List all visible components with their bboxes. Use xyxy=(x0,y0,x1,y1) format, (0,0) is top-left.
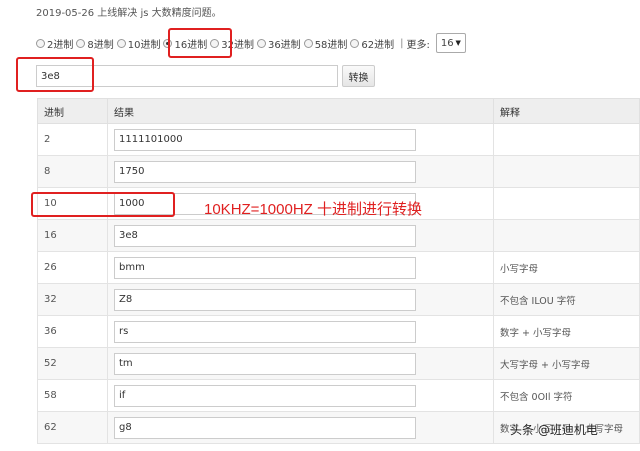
header-base: 进制 xyxy=(37,98,108,124)
more-label: 更多: xyxy=(406,39,430,51)
result-field[interactable]: tm xyxy=(114,352,416,375)
row-note: 大写字母 + 小写字母 xyxy=(493,347,640,380)
table-row: 16 3e8 xyxy=(37,219,640,252)
table-row: 52 tm 大写字母 + 小写字母 xyxy=(37,347,640,380)
table-row: 8 1750 xyxy=(37,155,640,188)
row-base: 16 xyxy=(37,219,108,252)
result-field[interactable]: rs xyxy=(114,320,416,343)
result-field[interactable]: 1750 xyxy=(114,160,416,183)
row-note xyxy=(493,219,640,252)
radio-dot[interactable] xyxy=(76,38,86,48)
update-notice: 2019-05-26 上线解决 js 大数精度问题。 xyxy=(36,8,222,19)
radio-base-36[interactable]: 36进制 xyxy=(256,36,301,51)
radio-base-58[interactable]: 58进制 xyxy=(303,36,348,51)
row-result-cell: g8 xyxy=(107,411,494,444)
row-base: 8 xyxy=(37,155,108,188)
radio-dot[interactable] xyxy=(350,38,360,48)
row-base: 2 xyxy=(37,123,108,156)
table-row: 32 Z8 不包含 ILOU 字符 xyxy=(37,283,640,316)
radio-base-2[interactable]: 2进制 xyxy=(36,36,73,51)
caret-down-icon: ▼ xyxy=(455,39,461,47)
radio-base-8[interactable]: 8进制 xyxy=(76,36,114,51)
row-note xyxy=(493,187,640,220)
row-result-cell: tm xyxy=(107,347,494,380)
results-table: 进制 结果 解释 2 1111101000 8 1750 10 1000 16 … xyxy=(37,98,640,444)
highlight-decimal-row xyxy=(31,192,175,217)
radio-dot[interactable] xyxy=(303,38,313,48)
base-select-value: 16 xyxy=(440,37,454,49)
row-result-cell: 1111101000 xyxy=(107,123,494,156)
radio-label: 62进制 xyxy=(361,39,395,51)
base-select[interactable]: 16 ▼ xyxy=(435,33,466,53)
highlight-input xyxy=(16,57,94,92)
highlight-16-radio xyxy=(168,28,232,58)
radio-dot[interactable] xyxy=(116,38,126,48)
table-header-row: 进制 结果 解释 xyxy=(37,98,640,124)
result-field[interactable]: 1111101000 xyxy=(114,128,416,151)
table-row: 36 rs 数字 + 小写字母 xyxy=(37,315,640,348)
convert-button[interactable]: 转换 xyxy=(342,65,375,87)
row-result-cell: Z8 xyxy=(107,283,494,316)
result-field[interactable]: bmm xyxy=(114,256,416,279)
radio-label: 36进制 xyxy=(267,39,301,51)
result-field[interactable]: g8 xyxy=(114,416,416,439)
row-base: 32 xyxy=(37,283,108,316)
table-row: 58 if 不包含 0OIl 字符 xyxy=(37,379,640,412)
radio-base-10[interactable]: 10进制 xyxy=(116,36,161,51)
row-note xyxy=(493,155,640,188)
header-note: 解释 xyxy=(493,98,640,124)
row-base: 36 xyxy=(37,315,108,348)
row-note: 小写字母 xyxy=(493,251,640,284)
watermark: 头条 @班迪机电 xyxy=(510,423,598,437)
radio-label: 58进制 xyxy=(314,39,348,51)
row-result-cell: if xyxy=(107,379,494,412)
row-result-cell: bmm xyxy=(107,251,494,284)
row-note: 数字 + 小写字母 xyxy=(493,315,640,348)
radio-base-62[interactable]: 62进制 xyxy=(350,36,394,51)
row-base: 58 xyxy=(37,379,108,412)
row-base: 62 xyxy=(37,411,108,444)
row-note: 不包含 ILOU 字符 xyxy=(493,283,640,316)
result-field[interactable]: if xyxy=(114,384,416,407)
radio-dot[interactable] xyxy=(256,38,266,48)
row-base: 26 xyxy=(37,251,108,284)
result-field[interactable]: Z8 xyxy=(114,288,416,311)
table-row: 2 1111101000 xyxy=(37,123,640,156)
base-radio-group: 2进制 8进制 10进制 16进制 32进制 36进制 58进制 62进制 | … xyxy=(36,33,466,53)
result-field[interactable]: 3e8 xyxy=(114,224,416,247)
more-separator: | xyxy=(400,37,404,49)
row-result-cell: 3e8 xyxy=(107,219,494,252)
radio-label: 10进制 xyxy=(127,39,161,51)
radio-label: 8进制 xyxy=(87,39,114,51)
radio-label: 2进制 xyxy=(47,39,74,51)
radio-dot[interactable] xyxy=(36,38,45,48)
row-result-cell: 1750 xyxy=(107,155,494,188)
annotation-text: 10KHZ=1000HZ 十进制进行转换 xyxy=(204,201,422,218)
header-result: 结果 xyxy=(107,98,494,124)
row-note xyxy=(493,123,640,156)
row-result-cell: rs xyxy=(107,315,494,348)
table-row: 26 bmm 小写字母 xyxy=(37,251,640,284)
row-base: 52 xyxy=(37,347,108,380)
row-note: 不包含 0OIl 字符 xyxy=(493,379,640,412)
